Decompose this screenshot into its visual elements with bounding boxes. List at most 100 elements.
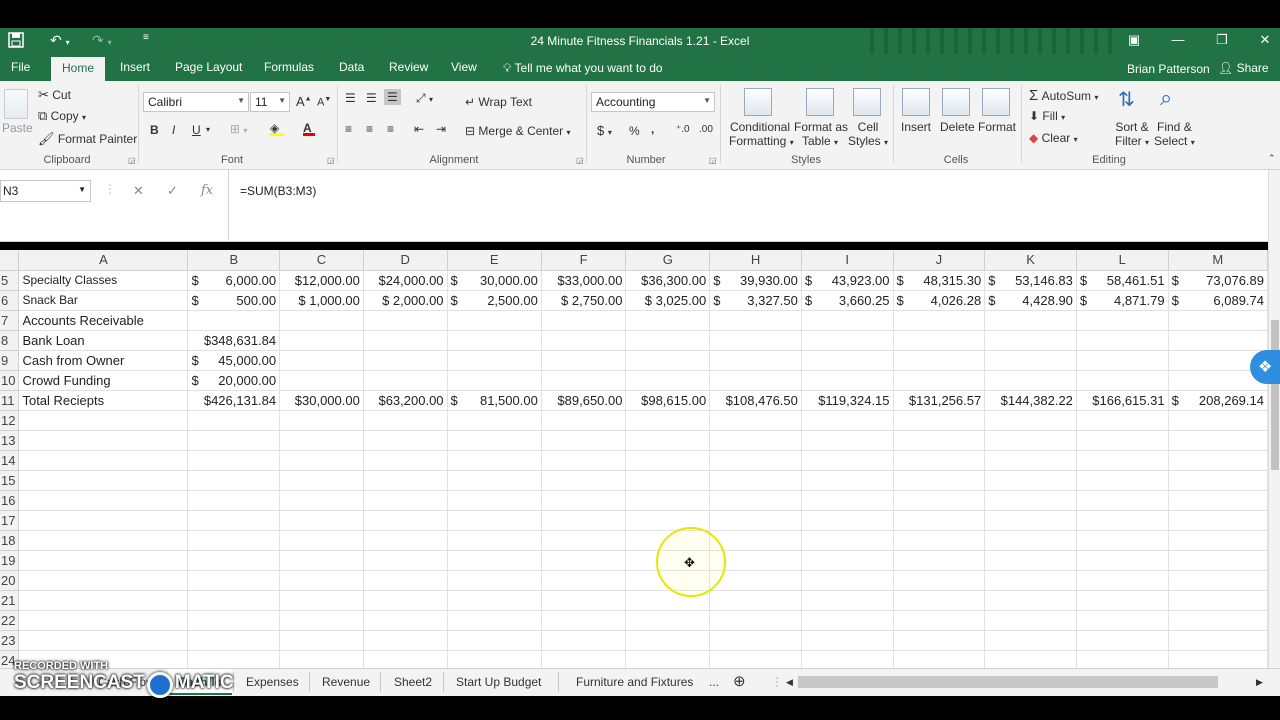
row-header[interactable]: 21: [0, 590, 20, 611]
cell[interactable]: [363, 570, 448, 591]
cell[interactable]: [187, 470, 281, 491]
italic-button[interactable]: I: [172, 123, 175, 137]
clear-button[interactable]: ◆ Clear ▾: [1029, 131, 1078, 145]
row-header[interactable]: 7: [0, 310, 20, 331]
cell[interactable]: $81,500.00: [447, 390, 542, 411]
cell[interactable]: [984, 590, 1077, 611]
row-header[interactable]: 19: [0, 550, 20, 571]
align-middle-icon[interactable]: ☰: [366, 91, 377, 105]
cell[interactable]: [625, 370, 711, 391]
clipboard-launcher-icon[interactable]: ◲: [128, 156, 136, 165]
cell[interactable]: $30,000.00: [279, 390, 364, 411]
cell[interactable]: [1168, 570, 1268, 591]
tab-data[interactable]: Data: [339, 60, 364, 74]
cell[interactable]: [893, 450, 986, 471]
cell[interactable]: [893, 630, 986, 651]
cell[interactable]: [1168, 310, 1268, 331]
cell[interactable]: [893, 350, 986, 371]
cell[interactable]: [279, 470, 364, 491]
cell[interactable]: $12,000.00: [279, 270, 364, 291]
cell[interactable]: [984, 350, 1077, 371]
increase-decimal-icon[interactable]: ⁺.0: [676, 124, 690, 135]
cell[interactable]: $426,131.84: [187, 390, 281, 411]
formula-input[interactable]: =SUM(B3:M3): [228, 170, 1268, 240]
cell[interactable]: $39,930.00: [709, 270, 802, 291]
tab-view[interactable]: View: [451, 60, 477, 74]
cell[interactable]: [187, 530, 281, 551]
cell[interactable]: [363, 450, 448, 471]
cell[interactable]: [279, 490, 364, 511]
cell[interactable]: [541, 510, 627, 531]
row-header[interactable]: 23: [0, 630, 20, 651]
cell[interactable]: [1076, 350, 1169, 371]
column-header[interactable]: L: [1076, 250, 1169, 271]
cell[interactable]: [447, 510, 542, 531]
cell[interactable]: $58,461.51: [1076, 270, 1169, 291]
shrink-font-icon[interactable]: A▼: [317, 96, 331, 109]
row-header[interactable]: 11: [0, 390, 20, 411]
cell[interactable]: [18, 430, 189, 451]
column-header[interactable]: D: [363, 250, 448, 271]
cell[interactable]: $89,650.00: [541, 390, 627, 411]
cell[interactable]: [984, 450, 1077, 471]
cell[interactable]: [1168, 610, 1268, 631]
cell[interactable]: [709, 650, 802, 668]
cell[interactable]: [279, 510, 364, 531]
cell[interactable]: [801, 470, 894, 491]
bold-button[interactable]: B: [150, 123, 159, 137]
cell[interactable]: [187, 550, 281, 571]
cell[interactable]: Total Reciepts: [18, 390, 189, 411]
column-header[interactable]: G: [625, 250, 711, 271]
cell[interactable]: [541, 310, 627, 331]
cell[interactable]: [801, 650, 894, 668]
cell[interactable]: [447, 310, 542, 331]
cell[interactable]: [363, 630, 448, 651]
cell[interactable]: $ 2,750.00: [541, 290, 627, 311]
cell[interactable]: [1076, 550, 1169, 571]
enter-icon[interactable]: ✓: [167, 183, 178, 199]
cell-styles-button[interactable]: Cell Styles ▾: [848, 120, 888, 148]
cell[interactable]: [447, 330, 542, 351]
cell[interactable]: [1168, 630, 1268, 651]
tab-review[interactable]: Review: [389, 60, 428, 74]
sheet-tab-expenses[interactable]: Expenses: [246, 675, 299, 689]
cell[interactable]: [1168, 450, 1268, 471]
cell[interactable]: [279, 430, 364, 451]
cell[interactable]: [187, 630, 281, 651]
cell[interactable]: [541, 610, 627, 631]
row-header[interactable]: 13: [0, 430, 20, 451]
row-header[interactable]: 17: [0, 510, 20, 531]
column-header[interactable]: M: [1168, 250, 1268, 271]
cell[interactable]: Specialty Classes: [18, 270, 189, 291]
column-header[interactable]: E: [447, 250, 542, 271]
cell[interactable]: [279, 310, 364, 331]
grow-font-icon[interactable]: A▲: [296, 94, 312, 109]
row-header[interactable]: 10: [0, 370, 20, 391]
cell[interactable]: Snack Bar: [18, 290, 189, 311]
cell[interactable]: $33,000.00: [541, 270, 627, 291]
cell[interactable]: [625, 470, 711, 491]
cell[interactable]: [984, 410, 1077, 431]
cell[interactable]: [541, 370, 627, 391]
cell[interactable]: [1168, 470, 1268, 491]
cell[interactable]: [1168, 490, 1268, 511]
cell[interactable]: [18, 450, 189, 471]
cell[interactable]: [447, 630, 542, 651]
cell[interactable]: [18, 510, 189, 531]
cell[interactable]: [1076, 310, 1169, 331]
cell[interactable]: [541, 630, 627, 651]
cell[interactable]: [541, 350, 627, 371]
cell[interactable]: [801, 630, 894, 651]
cell[interactable]: [447, 350, 542, 371]
decrease-decimal-icon[interactable]: .00: [699, 124, 713, 135]
cell[interactable]: $6,089.74: [1168, 290, 1268, 311]
cell[interactable]: [1076, 570, 1169, 591]
cell[interactable]: [18, 530, 189, 551]
column-header[interactable]: A: [18, 250, 189, 271]
cell[interactable]: [1076, 490, 1169, 511]
vertical-scrollbar[interactable]: [1268, 170, 1280, 668]
cell[interactable]: [447, 610, 542, 631]
cell[interactable]: [709, 410, 802, 431]
cell[interactable]: $4,428.90: [984, 290, 1077, 311]
cell[interactable]: [801, 310, 894, 331]
